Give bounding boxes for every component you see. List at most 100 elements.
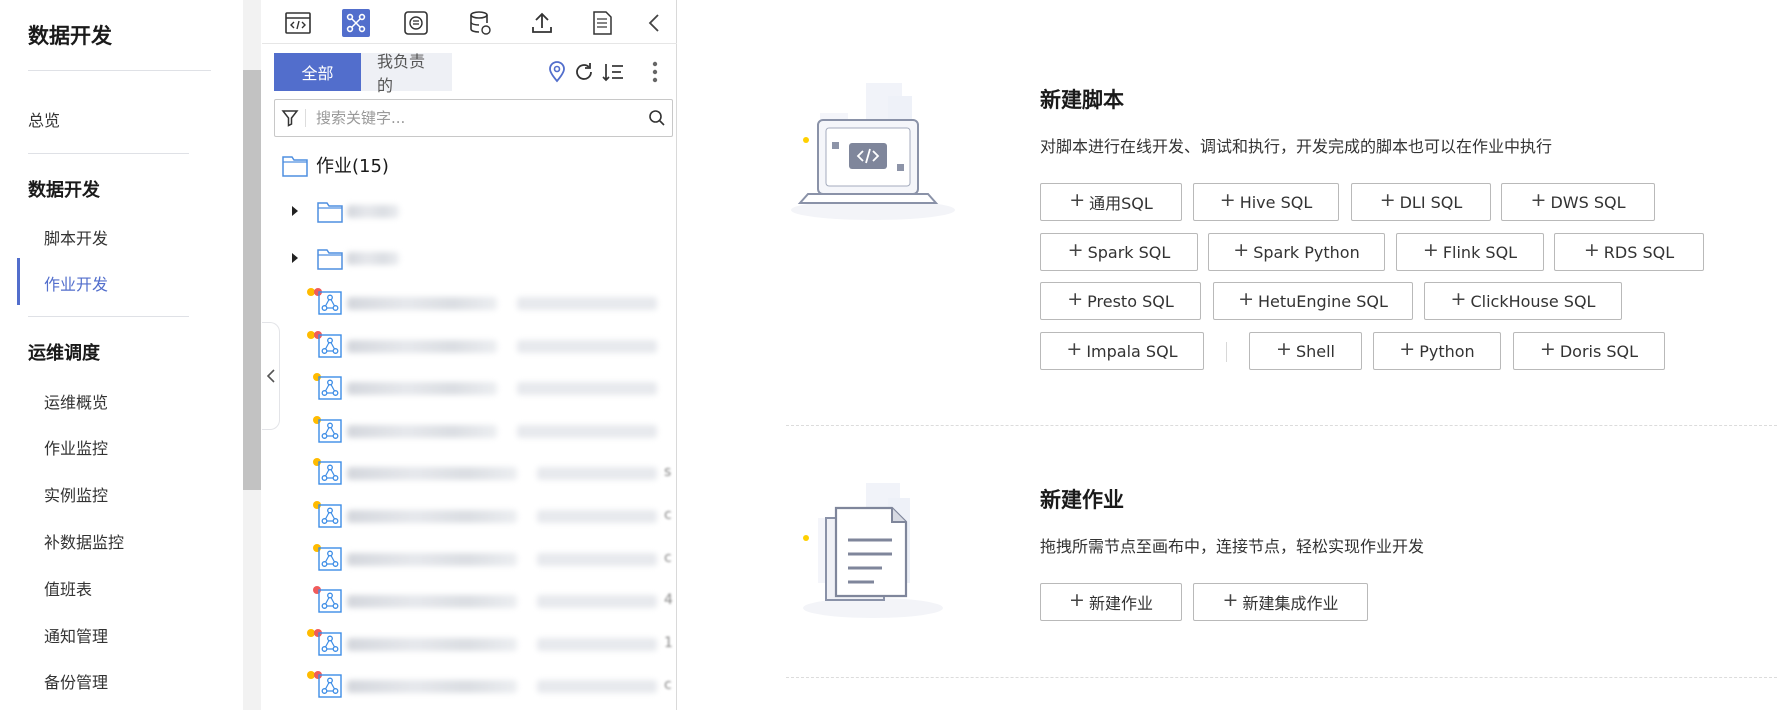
sort-icon[interactable] xyxy=(601,60,625,84)
button-group-divider xyxy=(1226,342,1227,362)
nav-item-job-dev[interactable]: 作业开发 xyxy=(44,271,108,295)
redacted-name xyxy=(347,467,517,480)
plus-icon: + xyxy=(1583,238,1600,261)
job-icon xyxy=(317,674,343,698)
tree-job-row[interactable]: c xyxy=(262,671,677,701)
nav-scrollbar-thumb[interactable] xyxy=(243,70,261,490)
new-job-description: 拖拽所需节点至画布中，连接节点，轻松实现作业开发 xyxy=(1040,537,1425,556)
nav-item-backup[interactable]: 备份管理 xyxy=(44,669,108,693)
nav-item-duty-roster[interactable]: 值班表 xyxy=(44,576,92,600)
tab-all[interactable]: 全部 xyxy=(274,53,361,91)
folder-icon xyxy=(282,156,308,177)
locate-icon[interactable] xyxy=(545,60,569,84)
job-icon xyxy=(317,291,343,315)
new-script-title: 新建脚本 xyxy=(1040,88,1124,112)
tree-job-row[interactable]: s xyxy=(262,458,677,488)
owner-filter-tabs: 全部 我负责的 xyxy=(274,52,452,95)
nav-item-instance-monitor[interactable]: 实例监控 xyxy=(44,482,108,506)
nav-divider xyxy=(28,316,189,317)
new-spark-sql-button[interactable]: + Spark SQL xyxy=(1040,233,1198,271)
plus-icon: + xyxy=(1222,588,1239,611)
tree-job-row[interactable]: 4 xyxy=(262,586,677,616)
nav-group-dev: 数据开发 xyxy=(28,180,100,201)
redacted-name xyxy=(347,205,399,218)
plus-icon: + xyxy=(1067,287,1084,310)
redacted-name xyxy=(347,638,517,651)
redacted-name xyxy=(347,252,399,265)
search-input[interactable] xyxy=(306,101,642,135)
new-dws-sql-button[interactable]: + DWS SQL xyxy=(1501,183,1655,221)
truncated-text: c xyxy=(664,550,672,566)
tree-job-row[interactable] xyxy=(262,416,677,446)
folder-icon xyxy=(317,246,343,270)
plus-icon: + xyxy=(1379,188,1396,211)
truncated-text: c xyxy=(664,677,672,693)
resource-icon[interactable] xyxy=(402,9,430,37)
nav-item-backfill-monitor[interactable]: 补数据监控 xyxy=(44,529,124,553)
tree-folder-row[interactable] xyxy=(262,243,677,273)
document-icon[interactable] xyxy=(588,9,616,37)
more-icon[interactable] xyxy=(648,60,662,84)
tree-job-row[interactable] xyxy=(262,373,677,403)
filter-icon[interactable] xyxy=(275,100,305,136)
new-presto-sql-button[interactable]: + Presto SQL xyxy=(1040,282,1201,320)
upload-icon[interactable] xyxy=(528,9,556,37)
nav-group-ops: 运维调度 xyxy=(28,343,100,364)
new-job-button[interactable]: + 新建作业 xyxy=(1040,583,1182,621)
new-generic-sql-button[interactable]: + 通用SQL xyxy=(1040,183,1182,221)
redacted-name xyxy=(347,680,517,693)
search-icon[interactable] xyxy=(642,109,672,127)
nav-item-job-monitor[interactable]: 作业监控 xyxy=(44,435,108,459)
new-hive-sql-button[interactable]: + Hive SQL xyxy=(1193,183,1339,221)
job-icon xyxy=(317,376,343,400)
new-dli-sql-button[interactable]: + DLI SQL xyxy=(1351,183,1491,221)
redacted-name xyxy=(347,510,517,523)
job-icon xyxy=(317,419,343,443)
redacted-name xyxy=(347,340,497,353)
new-shell-button[interactable]: + Shell xyxy=(1249,332,1362,370)
database-icon[interactable] xyxy=(466,9,494,37)
tree-root-jobs[interactable]: 作业(15) xyxy=(282,150,389,180)
new-spark-python-button[interactable]: + Spark Python xyxy=(1208,233,1385,271)
nav-item-overview[interactable]: 总览 xyxy=(28,107,60,131)
new-flink-sql-button[interactable]: + Flink SQL xyxy=(1396,233,1544,271)
new-python-button[interactable]: + Python xyxy=(1373,332,1501,370)
tree-folder-row[interactable] xyxy=(262,196,677,226)
new-rds-sql-button[interactable]: + RDS SQL xyxy=(1554,233,1704,271)
new-script-illustration xyxy=(788,78,958,232)
tree-job-row[interactable] xyxy=(262,288,677,318)
redacted-detail xyxy=(517,382,657,395)
new-doris-sql-button[interactable]: + Doris SQL xyxy=(1513,332,1665,370)
tab-mine[interactable]: 我负责的 xyxy=(361,52,452,95)
collapse-left-icon[interactable] xyxy=(640,9,668,37)
tree-root-label: 作业(15) xyxy=(316,156,389,177)
job-icon[interactable] xyxy=(342,9,370,37)
expand-caret-icon[interactable] xyxy=(292,253,298,263)
new-clickhouse-sql-button[interactable]: + ClickHouse SQL xyxy=(1424,282,1622,320)
plus-icon: + xyxy=(1069,588,1085,611)
nav-item-script-dev[interactable]: 脚本开发 xyxy=(44,225,108,249)
panel-collapse-toggle[interactable] xyxy=(262,322,280,430)
expand-caret-icon[interactable] xyxy=(292,206,298,216)
new-hetuengine-sql-button[interactable]: + HetuEngine SQL xyxy=(1213,282,1413,320)
new-integration-job-button[interactable]: + 新建集成作业 xyxy=(1193,583,1368,621)
welcome-content: 新建脚本 对脚本进行在线开发、调试和执行，开发完成的脚本也可以在作业中执行 + 通… xyxy=(678,0,1777,710)
script-icon[interactable] xyxy=(284,9,312,37)
new-job-title: 新建作业 xyxy=(1040,488,1124,512)
nav-item-ops-overview[interactable]: 运维概览 xyxy=(44,389,108,413)
plus-icon: + xyxy=(1066,337,1083,360)
tree-job-row[interactable]: c xyxy=(262,501,677,531)
refresh-icon[interactable] xyxy=(572,60,596,84)
redacted-name xyxy=(347,595,517,608)
tree-job-row[interactable]: 1 xyxy=(262,629,677,659)
plus-icon: + xyxy=(1530,188,1547,211)
nav-item-notification[interactable]: 通知管理 xyxy=(44,623,108,647)
redacted-detail xyxy=(537,595,657,608)
redacted-detail xyxy=(537,510,657,523)
folder-icon xyxy=(317,199,343,223)
tree-job-row[interactable] xyxy=(262,331,677,361)
plus-icon: + xyxy=(1399,337,1416,360)
tree-job-row[interactable]: c xyxy=(262,544,677,574)
redacted-detail xyxy=(537,467,657,480)
new-impala-sql-button[interactable]: + Impala SQL xyxy=(1040,332,1204,370)
